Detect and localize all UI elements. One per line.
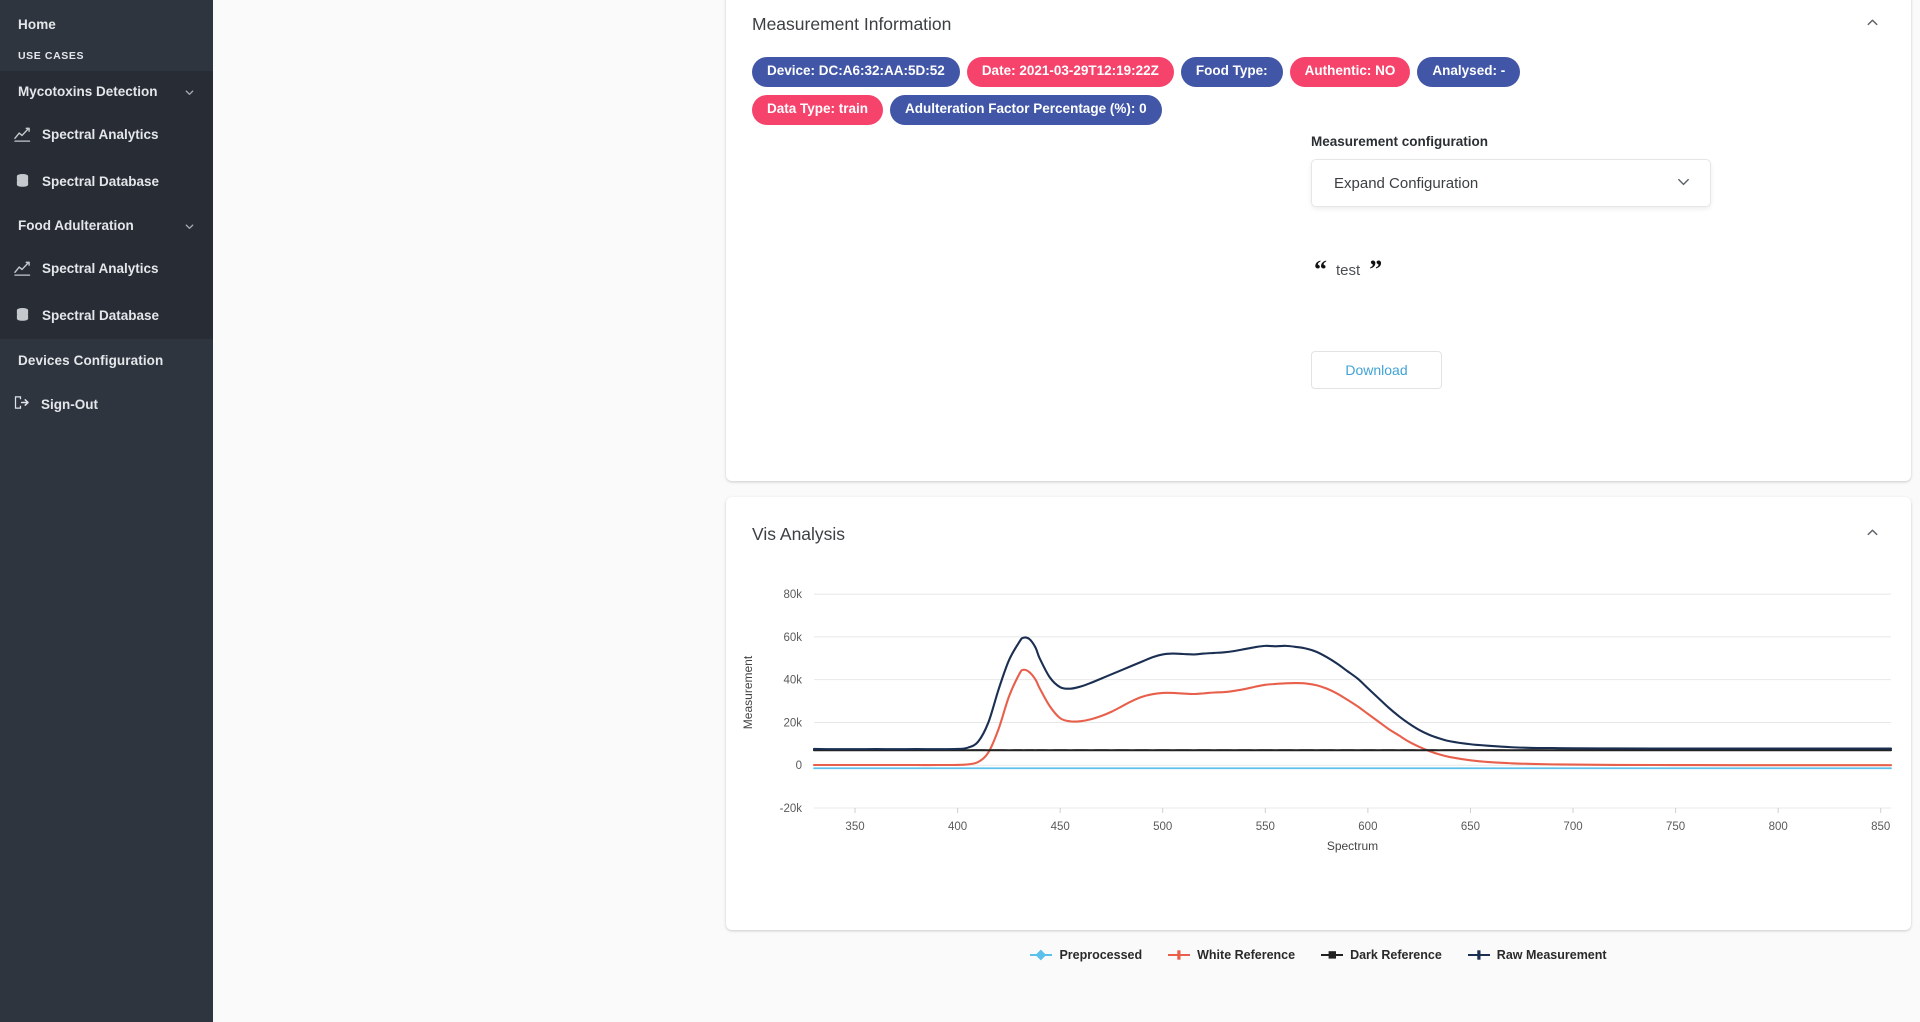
main-content: Measurement Information Device: DC:A6:32…	[213, 0, 1920, 1022]
sidebar-item-home[interactable]: Home	[0, 7, 213, 41]
x-axis-tick-label: 600	[1358, 821, 1377, 833]
legend-item-preprocessed[interactable]: Preprocessed	[1030, 948, 1142, 962]
sidebar-group-mycotoxins: Mycotoxins Detection Spectral Analytics …	[0, 71, 213, 339]
page-title: Measurement Information	[752, 13, 952, 34]
measurement-configuration-label: Measurement configuration	[1311, 134, 1489, 149]
x-axis-tick-label: 500	[1153, 821, 1172, 833]
sidebar-item-sign-out[interactable]: Sign-Out	[0, 381, 213, 427]
legend-marker-square-icon	[1321, 951, 1344, 959]
chart-line-icon	[14, 260, 31, 277]
chart-legend: Preprocessed White Reference Dark Refere…	[726, 948, 1911, 962]
vis-analysis-title: Vis Analysis	[752, 523, 846, 544]
spectrum-line-chart[interactable]: -20k 0 20k 40k 60k 80k 350 400 450 500 550 600 650 70…	[726, 551, 1911, 891]
legend-label: Dark Reference	[1350, 948, 1442, 962]
legend-label: Raw Measurement	[1496, 948, 1607, 962]
y-axis-tick-label: 80k	[783, 589, 802, 601]
x-axis-tick-label: 350	[845, 821, 864, 833]
sidebar-dropdown-mycotoxins-detection[interactable]: Mycotoxins Detection	[0, 71, 213, 111]
chevron-down-icon	[184, 220, 195, 231]
status-badge-adulteration-factor: Adulteration Factor Percentage (%): 0	[890, 94, 1162, 125]
status-badge-data-type: Data Type: train	[752, 94, 884, 125]
vis-analysis-chart: -20k 0 20k 40k 60k 80k 350 400 450 500 550 600 650 70…	[726, 551, 1911, 946]
x-axis-tick-label: 700	[1563, 821, 1582, 833]
legend-item-white-reference[interactable]: White Reference	[1168, 948, 1295, 962]
status-badge-food-type: Food Type:	[1180, 57, 1283, 87]
y-axis-tick-label: 40k	[783, 675, 802, 687]
measurement-information-card: Measurement Information Device: DC:A6:32…	[726, 0, 1911, 481]
quote-open-icon: “	[1314, 255, 1327, 284]
sidebar-top-section: Home USE CASES	[0, 0, 213, 71]
x-axis-tick-label: 750	[1666, 821, 1685, 833]
chevron-up-icon	[1865, 15, 1880, 33]
measurement-card-header: Measurement Information	[726, 0, 1911, 37]
y-axis-tick-label: 60k	[783, 632, 802, 644]
status-badge-date: Date: 2021-03-29T12:19:22Z	[966, 57, 1174, 87]
measurement-card-collapse-button[interactable]	[1859, 11, 1885, 37]
legend-marker-diamond-icon	[1030, 949, 1053, 961]
sidebar-item-food-spectral-database[interactable]: Spectral Database	[0, 292, 213, 339]
vis-analysis-card: Vis Analysis -20k 0 20k 40k 60k 80k 350 400 450 5…	[726, 497, 1911, 962]
sidebar-item-food-spectral-analytics[interactable]: Spectral Analytics	[0, 245, 213, 292]
sidebar-item-label: Spectral Database	[42, 174, 160, 189]
x-axis-tick-label: 850	[1871, 821, 1890, 833]
sidebar-item-label: Spectral Database	[42, 308, 160, 323]
sidebar-item-devices-configuration[interactable]: Devices Configuration	[0, 339, 213, 381]
measurement-badge-list: Device: DC:A6:32:AA:5D:52 Date: 2021-03-…	[726, 37, 1676, 125]
status-badge-authentic: Authentic: NO	[1289, 57, 1411, 87]
legend-label: White Reference	[1197, 948, 1296, 962]
measurement-configuration-section: Measurement configuration Expand Configu…	[1311, 134, 1711, 283]
sidebar-dropdown-food-adulteration[interactable]: Food Adulteration	[0, 205, 213, 245]
vis-card-header: Vis Analysis	[726, 497, 1911, 547]
status-badge-analysed: Analysed: -	[1417, 57, 1521, 87]
legend-marker-plus-icon	[1467, 950, 1490, 960]
y-axis-tick-label: 20k	[783, 717, 802, 729]
download-section: Download	[1311, 351, 1442, 389]
vis-card-collapse-button[interactable]	[1859, 521, 1885, 547]
database-icon	[14, 173, 31, 190]
sign-out-icon	[14, 395, 30, 413]
x-axis-title: Spectrum	[1327, 839, 1378, 853]
sidebar-item-label: Spectral Analytics	[42, 261, 159, 276]
content-column: Measurement Information Device: DC:A6:32…	[726, 0, 1911, 962]
x-axis-tick-label: 550	[1256, 821, 1275, 833]
quote-close-icon: ”	[1369, 255, 1383, 284]
sidebar-item-myco-spectral-database[interactable]: Spectral Database	[0, 158, 213, 205]
configuration-note: “ test ”	[1314, 257, 1711, 283]
x-axis-tick-label: 800	[1769, 821, 1788, 833]
configuration-note-text: test	[1336, 261, 1361, 279]
sidebar-item-signout-label: Sign-Out	[41, 396, 98, 412]
sidebar-bottom-section: Devices Configuration Sign-Out	[0, 339, 213, 427]
chart-line-icon	[14, 126, 31, 143]
legend-label: Preprocessed	[1059, 948, 1143, 962]
sidebar-item-home-label: Home	[18, 16, 56, 32]
chart-series-raw-measurement	[812, 636, 1893, 751]
expand-configuration-select[interactable]: Expand Configuration	[1311, 159, 1711, 207]
chevron-down-icon	[1675, 173, 1692, 194]
sidebar-item-devices-label: Devices Configuration	[18, 352, 164, 368]
legend-marker-plus-icon	[1168, 950, 1191, 960]
sidebar-item-myco-spectral-analytics[interactable]: Spectral Analytics	[0, 111, 213, 158]
app-root: Home USE CASES Mycotoxins Detection Spec…	[0, 0, 1920, 1022]
y-axis-tick-label: -20k	[780, 803, 803, 815]
sidebar-dropdown-food-adulteration-label: Food Adulteration	[18, 217, 134, 233]
chevron-down-icon	[184, 86, 195, 97]
status-badge-device: Device: DC:A6:32:AA:5D:52	[752, 57, 960, 87]
legend-item-dark-reference[interactable]: Dark Reference	[1321, 948, 1442, 962]
sidebar: Home USE CASES Mycotoxins Detection Spec…	[0, 0, 213, 1022]
x-axis-tick-label: 650	[1461, 821, 1480, 833]
chevron-up-icon	[1865, 525, 1880, 543]
download-button[interactable]: Download	[1311, 351, 1442, 389]
y-axis-tick-label: 0	[796, 760, 802, 772]
database-icon	[14, 307, 31, 324]
legend-item-raw-measurement[interactable]: Raw Measurement	[1467, 948, 1607, 962]
y-axis-title: Measurement	[741, 655, 755, 729]
sidebar-dropdown-mycotoxins-label: Mycotoxins Detection	[18, 83, 158, 99]
sidebar-item-label: Spectral Analytics	[42, 127, 159, 142]
sidebar-section-caption: USE CASES	[18, 50, 85, 62]
expand-configuration-value: Expand Configuration	[1334, 174, 1479, 192]
x-axis-tick-label: 450	[1051, 821, 1070, 833]
x-axis-tick-label: 400	[948, 821, 967, 833]
